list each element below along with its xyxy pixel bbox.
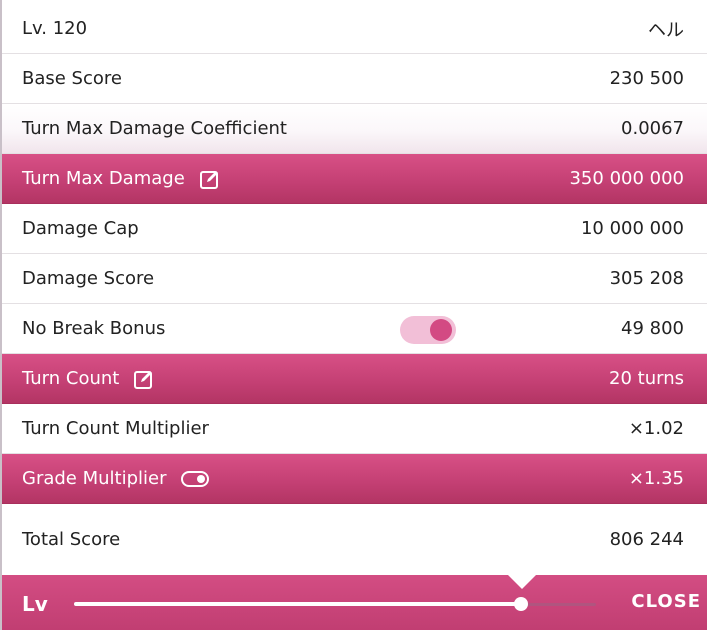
row-label: Turn Max Damage <box>22 168 185 189</box>
row-label: Turn Count Multiplier <box>22 418 209 439</box>
turn-max-damage-coefficient-row: Turn Max Damage Coefficient 0.0067 <box>2 104 707 154</box>
damage-cap-row: Damage Cap 10 000 000 <box>2 204 707 254</box>
grade-multiplier-row[interactable]: Grade Multiplier ×1.35 <box>2 454 707 504</box>
turn-count-label-group: Turn Count <box>22 368 155 390</box>
row-value: 20 turns <box>609 368 684 389</box>
turn-count-multiplier-row: Turn Count Multiplier ×1.02 <box>2 404 707 454</box>
total-score-row: Total Score 806 244 <box>2 504 707 574</box>
turn-max-damage-label-group: Turn Max Damage <box>22 168 221 190</box>
total-score-value: 806 244 <box>609 528 684 550</box>
row-value: 0.0067 <box>621 118 684 139</box>
level-slider-fill <box>74 602 521 606</box>
row-value: 49 800 <box>621 318 684 339</box>
row-label: Damage Score <box>22 268 155 289</box>
no-break-bonus-row: No Break Bonus 49 800 <box>2 304 707 354</box>
turn-count-row[interactable]: Turn Count 20 turns <box>2 354 707 404</box>
toggle-knob <box>430 319 452 341</box>
row-value: 305 208 <box>609 268 684 289</box>
row-label: Grade Multiplier <box>22 468 167 489</box>
toggle-icon[interactable] <box>180 470 209 487</box>
row-value: 10 000 000 <box>580 218 684 239</box>
row-value: ×1.02 <box>628 418 684 439</box>
row-value: ×1.35 <box>628 468 684 489</box>
level-header-row: Lv. 120 ヘル <box>2 4 707 54</box>
row-value: 230 500 <box>609 68 684 89</box>
turn-max-damage-row[interactable]: Turn Max Damage 350 000 000 <box>2 154 707 204</box>
score-calculator-panel: Lv. 120 ヘル Base Score 230 500 Turn Max D… <box>0 0 707 630</box>
level-slider-thumb[interactable] <box>513 597 528 611</box>
row-label: No Break Bonus <box>22 318 166 339</box>
edit-icon[interactable] <box>199 168 221 190</box>
level-slider-label: Lv <box>22 592 48 616</box>
row-label: Base Score <box>22 68 122 89</box>
level-slider-bar: Lv CLOSE <box>2 575 707 630</box>
level-label: Lv. 120 <box>22 18 88 39</box>
edit-icon[interactable] <box>133 368 155 390</box>
base-score-row: Base Score 230 500 <box>2 54 707 104</box>
row-label: Turn Count <box>22 368 120 389</box>
total-score-label: Total Score <box>22 528 121 550</box>
slider-pointer-notch <box>508 575 536 589</box>
damage-score-row: Damage Score 305 208 <box>2 254 707 304</box>
row-label: Damage Cap <box>22 218 139 239</box>
close-button[interactable]: CLOSE <box>631 591 701 612</box>
no-break-bonus-toggle[interactable] <box>400 316 456 344</box>
character-name: ヘル <box>648 19 684 41</box>
grade-multiplier-label-group: Grade Multiplier <box>22 468 209 489</box>
row-value: 350 000 000 <box>569 168 684 189</box>
row-label: Turn Max Damage Coefficient <box>22 118 287 139</box>
